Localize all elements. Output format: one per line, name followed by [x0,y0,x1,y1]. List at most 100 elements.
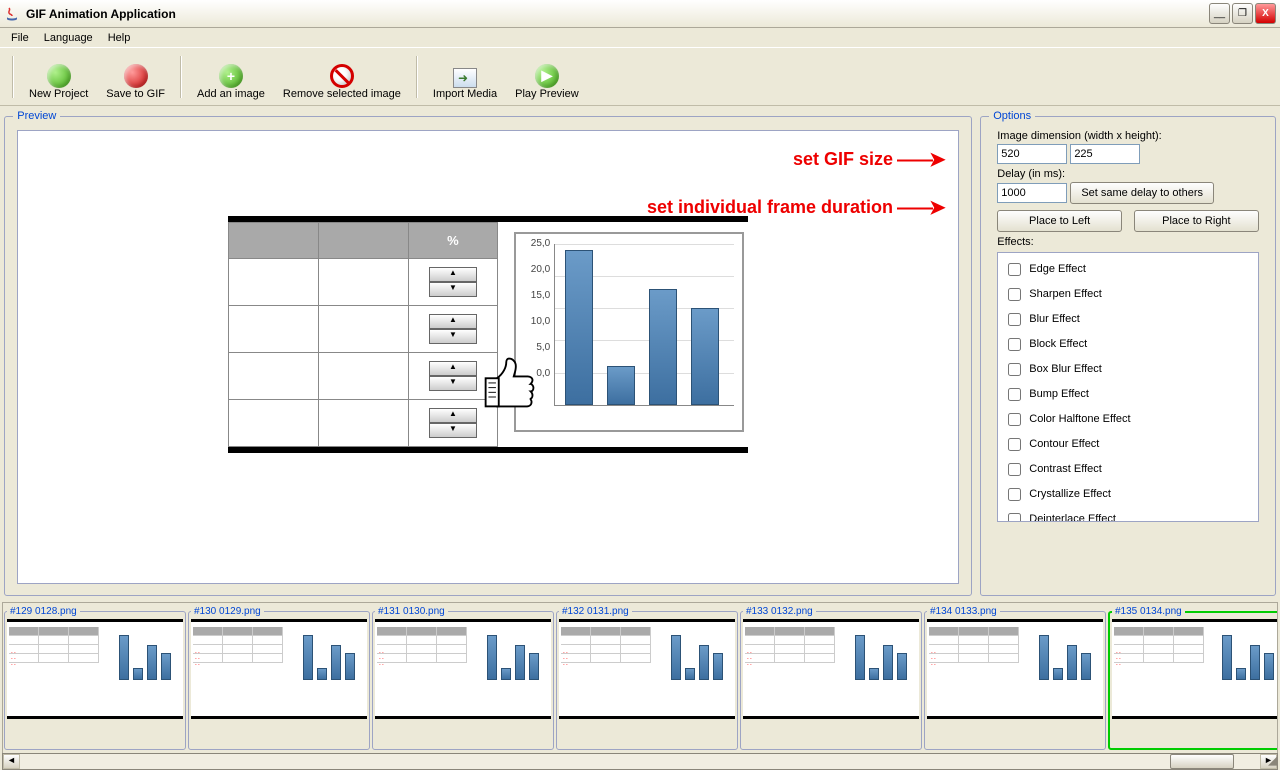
scroll-thumb[interactable] [1170,754,1234,769]
delay-label: Delay (in ms): [997,168,1259,180]
timeline-frame[interactable]: #131 0130.png- -- -- - [372,606,554,750]
effect-checkbox[interactable] [1008,263,1021,276]
save-gif-icon [124,64,148,88]
add-image-button[interactable]: + Add an image [190,51,272,103]
effect-checkbox[interactable] [1008,463,1021,476]
remove-image-label: Remove selected image [283,88,401,100]
preview-panel: Preview set GIF size ――➤ set individual … [4,110,972,596]
new-project-button[interactable]: New Project [22,51,95,103]
minimize-button[interactable]: __ [1209,3,1230,24]
frame-label: #135 0134.png [1112,606,1185,617]
play-preview-label: Play Preview [515,88,579,100]
frame-thumbnail: - -- -- - [927,619,1103,719]
spinner[interactable]: ▲▼ [429,408,477,438]
effect-label: Edge Effect [1029,263,1086,275]
menu-file[interactable]: File [4,30,36,46]
options-legend: Options [989,110,1035,122]
timeline-frame[interactable]: #129 0128.png - -- -- - [4,606,186,750]
menu-language[interactable]: Language [37,30,100,46]
effect-label: Color Halftone Effect [1029,413,1130,425]
effect-label: Block Effect [1029,338,1087,350]
menu-bar: File Language Help [0,28,1280,48]
preview-chart: 25,020,015,010,05,00,0 [514,232,744,432]
annotation-delay-text: set individual frame duration [647,197,893,218]
effect-checkbox[interactable] [1008,363,1021,376]
dimension-label: Image dimension (width x height): [997,130,1259,142]
timeline-frame[interactable]: #132 0131.png - -- -- - [556,606,738,750]
frame-label: #133 0132.png [743,606,816,617]
effect-item[interactable]: Crystallize Effect [1002,482,1254,507]
timeline-frame[interactable]: #135 0134.png - -- -- - [1108,606,1278,750]
frame-thumbnail: - -- -- - [743,619,919,719]
maximize-button[interactable]: ❐ [1232,3,1253,24]
effect-item[interactable]: Deinterlace Effect [1002,507,1254,522]
effect-item[interactable]: Box Blur Effect [1002,357,1254,382]
effect-item[interactable]: Sharpen Effect [1002,282,1254,307]
effect-checkbox[interactable] [1008,288,1021,301]
options-panel: Options Image dimension (width x height)… [980,110,1276,596]
annotation-size: set GIF size ――➤ [793,147,942,172]
annotation-size-text: set GIF size [793,149,893,170]
timeline-frame[interactable]: #133 0132.png - -- -- - [740,606,922,750]
close-button[interactable]: X [1255,3,1276,24]
java-icon [4,6,20,22]
effect-item[interactable]: Bump Effect [1002,382,1254,407]
frame-label: #132 0131.png [559,606,632,617]
remove-image-button[interactable]: Remove selected image [276,51,408,103]
spinner[interactable]: ▲▼ [429,267,477,297]
effect-item[interactable]: Block Effect [1002,332,1254,357]
effect-checkbox[interactable] [1008,313,1021,326]
frame-thumbnail: - -- -- - [559,619,735,719]
frame-thumbnail: - -- -- - [191,619,367,719]
save-gif-label: Save to GIF [106,88,165,100]
effect-checkbox[interactable] [1008,513,1021,522]
chart-ylabel: 20,0 [522,264,550,275]
effect-checkbox[interactable] [1008,338,1021,351]
effect-item[interactable]: Edge Effect [1002,257,1254,282]
new-project-label: New Project [29,88,88,100]
effect-checkbox[interactable] [1008,413,1021,426]
toolbar: New Project Save to GIF + Add an image R… [0,48,1280,106]
frame-thumbnail: - -- -- - [375,619,551,719]
remove-icon [330,64,354,88]
spinner[interactable]: ▲▼ [429,314,477,344]
effect-checkbox[interactable] [1008,488,1021,501]
effect-label: Sharpen Effect [1029,288,1102,300]
thumbs-up-icon [480,352,540,412]
timeline-frames[interactable]: #129 0128.png- -- -- -#130 0129.png- -- … [2,602,1278,753]
frame-thumbnail: - -- -- - [1112,619,1278,719]
timeline-frame[interactable]: #130 0129.png- -- -- - [188,606,370,750]
chart-ylabel: 10,0 [522,316,550,327]
effect-item[interactable]: Contour Effect [1002,432,1254,457]
width-input[interactable] [997,144,1067,164]
resize-grip-icon[interactable]: ◢ [1268,752,1278,768]
chart-ylabel: 15,0 [522,290,550,301]
play-preview-button[interactable]: ▶ Play Preview [508,51,586,103]
effect-checkbox[interactable] [1008,388,1021,401]
chart-bar [607,366,635,405]
delay-input[interactable] [997,183,1067,203]
effect-item[interactable]: Blur Effect [1002,307,1254,332]
preview-canvas: set GIF size ――➤ set individual frame du… [17,130,959,584]
menu-help[interactable]: Help [101,30,138,46]
frame-label: #129 0128.png [7,606,80,617]
effects-list[interactable]: Edge Effect Sharpen Effect Blur Effect Bloc… [997,252,1259,522]
import-media-button[interactable]: Import Media [426,51,504,103]
timeline-scrollbar[interactable]: ◄ ► [2,753,1278,770]
toolbar-separator [416,56,418,98]
effect-item[interactable]: Contrast Effect [1002,457,1254,482]
import-icon [453,68,477,88]
toolbar-separator [180,56,182,98]
same-delay-button[interactable]: Set same delay to others [1070,182,1214,204]
frame-thumbnail: - -- -- - [7,619,183,719]
height-input[interactable] [1070,144,1140,164]
place-right-button[interactable]: Place to Right [1134,210,1259,232]
effect-item[interactable]: Color Halftone Effect [1002,407,1254,432]
scroll-track[interactable] [20,754,1260,769]
effect-checkbox[interactable] [1008,438,1021,451]
place-left-button[interactable]: Place to Left [997,210,1122,232]
save-gif-button[interactable]: Save to GIF [99,51,172,103]
timeline-frame[interactable]: #134 0133.png- -- -- - [924,606,1106,750]
scroll-left-button[interactable]: ◄ [3,754,20,769]
spinner[interactable]: ▲▼ [429,361,477,391]
